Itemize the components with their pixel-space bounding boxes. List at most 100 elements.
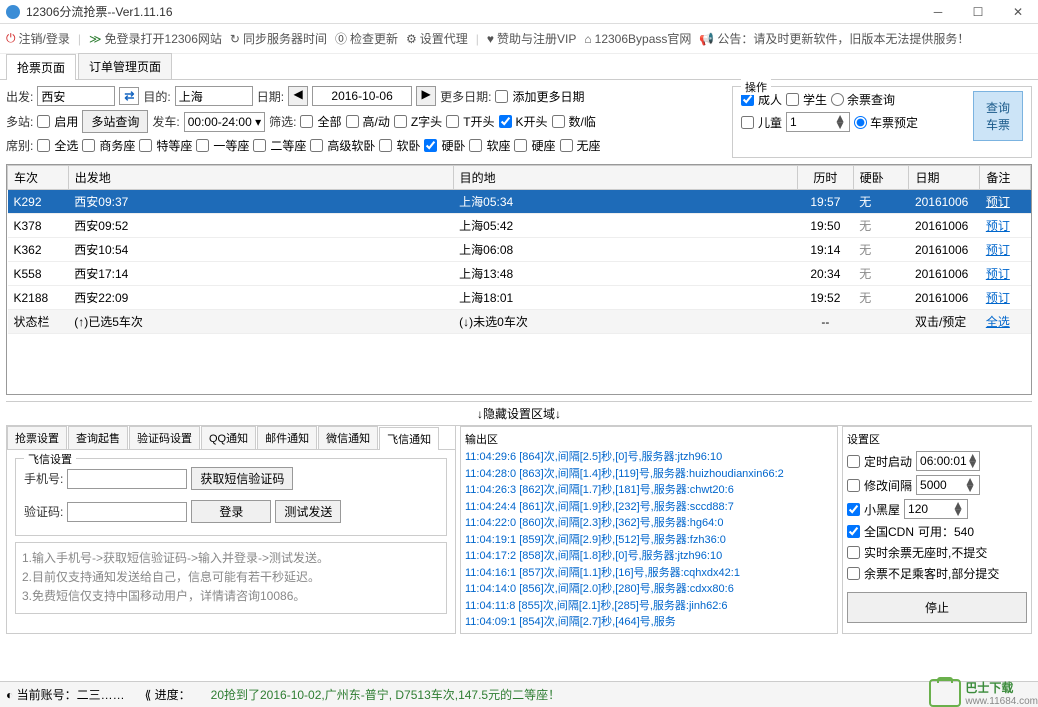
seat-no-seat-checkbox[interactable]: 无座	[560, 137, 601, 154]
subtab-qq[interactable]: QQ通知	[201, 426, 256, 449]
table-row[interactable]: K558西安17:14上海13:4820:34无20161006预订	[8, 262, 1031, 286]
add-more-date-checkbox[interactable]: 添加更多日期	[495, 88, 584, 105]
dest-input[interactable]	[175, 86, 253, 106]
filter-label: 筛选:	[269, 113, 296, 130]
date-label: 日期:	[257, 88, 284, 105]
query-ticket-button[interactable]: 查询 车票	[973, 91, 1023, 141]
realtime-checkbox[interactable]: 实时余票无座时,不提交	[847, 544, 987, 561]
th-date[interactable]: 日期	[909, 166, 980, 190]
train-table: 车次 出发地 目的地 历时 硬卧 日期 备注 K292西安09:37上海05:3…	[7, 165, 1031, 334]
filter-num-checkbox[interactable]: 数/临	[552, 113, 596, 130]
table-row[interactable]: K378西安09:52上海05:4219:50无20161006预订	[8, 214, 1031, 238]
table-row[interactable]: K292西安09:37上海05:3419:57无20161006预订	[8, 190, 1031, 214]
output-log: 11:04:29:6 [864]次,间隔[2.5]秒,[0]号,服务器:jtzh…	[465, 449, 833, 629]
seat-special-checkbox[interactable]: 特等座	[139, 137, 192, 154]
fetion-login-button[interactable]: 登录	[191, 500, 271, 523]
timer-value-spinner[interactable]: 06:00:01▲▼	[916, 451, 980, 471]
interval-checkbox[interactable]: 修改间隔	[847, 477, 912, 494]
th-train[interactable]: 车次	[8, 166, 69, 190]
tab-grab[interactable]: 抢票页面	[6, 54, 76, 80]
th-depart[interactable]: 出发地	[68, 166, 453, 190]
remain-query-radio[interactable]: 余票查询	[831, 91, 895, 108]
code-input[interactable]	[67, 502, 187, 522]
book-link[interactable]: 预订	[986, 219, 1010, 233]
seat-business-checkbox[interactable]: 商务座	[82, 137, 135, 154]
ticket-book-radio[interactable]: 车票预定	[854, 114, 918, 131]
subtab-fetion[interactable]: 飞信通知	[379, 427, 439, 450]
announcement: 📢公告：请及时更新软件，旧版本无法提供服务！	[699, 30, 969, 47]
seat-soft-sleeper-adv-checkbox[interactable]: 高级软卧	[310, 137, 375, 154]
fetion-title: 飞信设置	[24, 451, 76, 467]
subtab-mail[interactable]: 邮件通知	[257, 426, 317, 449]
filter-z-checkbox[interactable]: Z字头	[394, 113, 442, 130]
table-row[interactable]: K362西安10:54上海06:0819:14无20161006预订	[8, 238, 1031, 262]
table-row[interactable]: K2188西安22:09上海18:0119:52无20161006预订	[8, 286, 1031, 310]
blacklist-checkbox[interactable]: 小黑屋	[847, 501, 900, 518]
bypass-site-button[interactable]: ⌂12306Bypass官网	[584, 30, 691, 47]
filter-all-checkbox[interactable]: 全部	[300, 113, 341, 130]
open-site-button[interactable]: ≫免登录打开12306网站	[89, 30, 222, 47]
check-update-button[interactable]: ⓪检查更新	[335, 30, 398, 47]
th-dest[interactable]: 目的地	[453, 166, 797, 190]
filter-t-checkbox[interactable]: T开头	[446, 113, 494, 130]
subtab-wechat[interactable]: 微信通知	[318, 426, 378, 449]
test-send-button[interactable]: 测试发送	[275, 500, 341, 523]
book-link[interactable]: 预订	[986, 243, 1010, 257]
book-link[interactable]: 预订	[986, 291, 1010, 305]
status-progress-label: ⟪ 进度：	[145, 686, 191, 703]
date-input[interactable]	[312, 86, 412, 106]
th-seat[interactable]: 硬卧	[853, 166, 909, 190]
set-proxy-button[interactable]: ⚙设置代理	[406, 30, 468, 47]
seat-all-checkbox[interactable]: 全选	[37, 137, 78, 154]
timer-start-checkbox[interactable]: 定时启动	[847, 453, 912, 470]
subtab-query-start[interactable]: 查询起售	[68, 426, 128, 449]
depart-label: 出发:	[6, 88, 33, 105]
depart-time-select[interactable]: 00:00-24:00 ▾	[184, 112, 265, 132]
subtab-grab-setting[interactable]: 抢票设置	[7, 426, 67, 449]
logout-login-button[interactable]: ⏻注销/登录	[6, 30, 70, 47]
filter-gaodong-checkbox[interactable]: 高/动	[346, 113, 390, 130]
sync-time-button[interactable]: ↻同步服务器时间	[230, 30, 327, 47]
date-next-button[interactable]: ▶	[416, 86, 436, 106]
swap-button[interactable]: ⇄	[119, 87, 139, 105]
maximize-button[interactable]: ☐	[958, 0, 998, 24]
more-date-label: 更多日期:	[440, 88, 491, 105]
seat-soft-seat-checkbox[interactable]: 软座	[469, 137, 510, 154]
depart-input[interactable]	[37, 86, 115, 106]
date-prev-button[interactable]: ◀	[288, 86, 308, 106]
insufficient-checkbox[interactable]: 余票不足乘客时,部分提交	[847, 565, 999, 582]
interval-value-spinner[interactable]: 5000▲▼	[916, 475, 980, 495]
code-label: 验证码:	[24, 503, 63, 520]
seat-hard-seat-checkbox[interactable]: 硬座	[514, 137, 555, 154]
tab-orders[interactable]: 订单管理页面	[78, 53, 172, 79]
subtab-captcha[interactable]: 验证码设置	[129, 426, 200, 449]
minimize-button[interactable]: ─	[918, 0, 958, 24]
sponsor-button[interactable]: ♥赞助与注册VIP	[487, 30, 576, 47]
phone-input[interactable]	[67, 469, 187, 489]
stop-button[interactable]: 停止	[847, 592, 1027, 623]
th-note[interactable]: 备注	[980, 166, 1031, 190]
status-action: 双击/预定	[909, 310, 980, 334]
get-code-button[interactable]: 获取短信验证码	[191, 467, 293, 490]
child-checkbox[interactable]: 儿童	[741, 114, 782, 131]
window-title: 12306分流抢票--Ver1.11.16	[26, 3, 918, 20]
select-all-link[interactable]: 全选	[986, 315, 1010, 329]
seat-first-checkbox[interactable]: 一等座	[196, 137, 249, 154]
student-checkbox[interactable]: 学生	[786, 91, 827, 108]
fetion-help: 1.输入手机号->获取短信验证码->输入并登录->测试发送。 2.目前仅支持通知…	[15, 542, 447, 614]
seat-hard-sleeper-checkbox[interactable]: 硬卧	[424, 137, 465, 154]
th-duration[interactable]: 历时	[798, 166, 854, 190]
seat-second-checkbox[interactable]: 二等座	[253, 137, 306, 154]
multi-enable-checkbox[interactable]: 启用	[37, 113, 78, 130]
book-link[interactable]: 预订	[986, 195, 1010, 209]
filter-k-checkbox[interactable]: K开头	[499, 113, 548, 130]
toggle-settings-button[interactable]: ↓隐藏设置区域↓	[6, 401, 1032, 426]
multi-query-button[interactable]: 多站查询	[82, 110, 148, 133]
status-label: 状态栏	[8, 310, 69, 334]
blacklist-value-spinner[interactable]: 120▲▼	[904, 499, 968, 519]
seat-soft-sleeper-checkbox[interactable]: 软卧	[379, 137, 420, 154]
cdn-checkbox[interactable]: 全国CDN	[847, 523, 914, 540]
book-link[interactable]: 预订	[986, 267, 1010, 281]
close-button[interactable]: ✕	[998, 0, 1038, 24]
child-count-spinner[interactable]: 1▲▼	[786, 112, 850, 132]
